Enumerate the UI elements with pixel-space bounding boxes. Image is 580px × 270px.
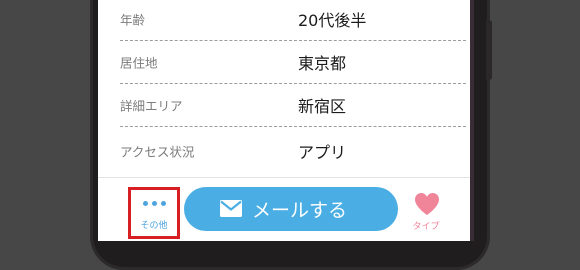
- screen-edge: [470, 0, 474, 241]
- row-label: 居住地: [120, 55, 158, 71]
- row-label: 詳細エリア: [120, 98, 183, 114]
- type-like-label: タイプ: [412, 222, 440, 232]
- ellipsis-icon: [131, 201, 177, 206]
- row-value: アプリ: [298, 143, 347, 162]
- send-mail-button[interactable]: メールする: [184, 187, 398, 231]
- profile-row-age: 年齢 20代後半: [120, 0, 466, 41]
- profile-row-area: 詳細エリア 新宿区: [120, 84, 466, 127]
- more-options-label: その他: [140, 221, 168, 231]
- row-value: 20代後半: [298, 11, 367, 30]
- row-label: アクセス状況: [120, 144, 195, 160]
- send-mail-label: メールする: [252, 199, 348, 222]
- row-value: 新宿区: [298, 97, 347, 116]
- phone-side-button: [486, 20, 492, 80]
- type-like-button[interactable]: タイプ: [406, 192, 446, 236]
- profile-row-access: アクセス状況 アプリ: [120, 127, 466, 175]
- row-value: 東京都: [298, 54, 347, 73]
- more-options-button[interactable]: その他: [128, 187, 180, 239]
- row-label: 年齢: [120, 12, 146, 28]
- heart-icon: [415, 193, 439, 215]
- app-screen: 年齢 20代後半 居住地 東京都 詳細エリア 新宿区 アクセス状況 アプリ その…: [98, 0, 470, 241]
- envelope-icon: [220, 200, 242, 217]
- bottom-action-bar: その他 メールする タイプ: [98, 177, 470, 241]
- profile-row-residence: 居住地 東京都: [120, 41, 466, 84]
